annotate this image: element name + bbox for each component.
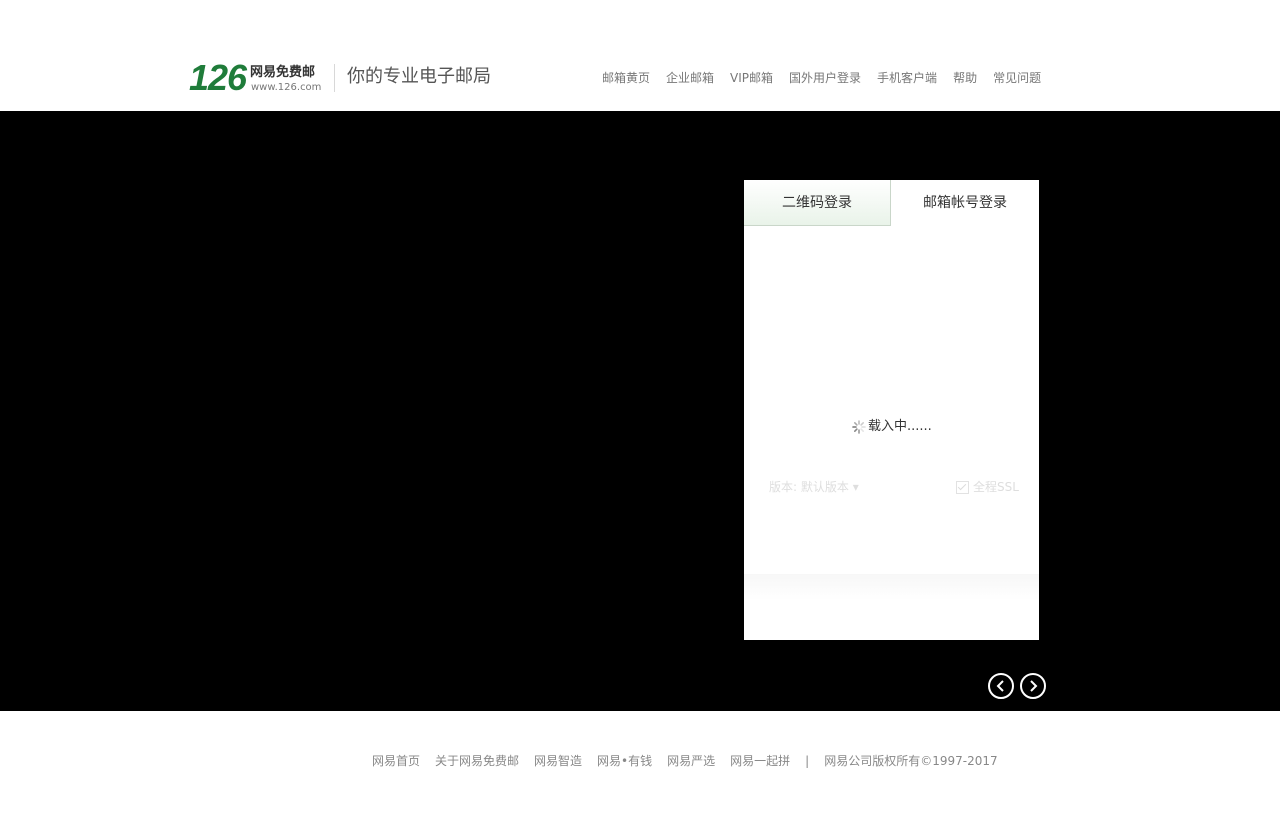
logo-url[interactable]: www.126.com: [251, 82, 321, 94]
tab-qr-login[interactable]: 二维码登录: [744, 180, 891, 226]
ssl-option[interactable]: 全程SSL: [956, 479, 1019, 495]
nav-link-mobile-client[interactable]: 手机客户端: [877, 70, 937, 86]
chevron-right-icon: [1030, 680, 1038, 692]
tab-account-login[interactable]: 邮箱帐号登录: [891, 180, 1039, 226]
copyright: 网易公司版权所有©1997-2017: [824, 754, 998, 768]
footer-link-about[interactable]: 关于网易免费邮: [435, 753, 519, 769]
nav-link-vip-mail[interactable]: VIP邮箱: [730, 70, 773, 86]
footer-separator: |: [805, 754, 810, 768]
loading-text: 载入中......: [868, 419, 932, 434]
login-panel: 二维码登录 邮箱帐号登录 载入中...... 版本: 默认版本 ▾ 全程SSL: [744, 180, 1039, 640]
login-tabs: 二维码登录 邮箱帐号登录: [744, 180, 1039, 226]
ssl-label: 全程SSL: [973, 480, 1019, 494]
header: 126 网易免费邮 www.126.com 你的专业电子邮局 邮箱黄页 企业邮箱…: [0, 0, 1280, 111]
spinner-icon: [852, 420, 866, 434]
loading-indicator: 载入中......: [852, 418, 932, 436]
footer-link-yiqipin[interactable]: 网易一起拼: [730, 753, 790, 769]
footer-link-zhizao[interactable]: 网易智造: [534, 753, 582, 769]
footer-link-yanxuan[interactable]: 网易严选: [667, 753, 715, 769]
nav-link-help[interactable]: 帮助: [953, 70, 977, 86]
carousel-next-button[interactable]: [1020, 673, 1046, 699]
slogan: 你的专业电子邮局: [347, 66, 491, 87]
nav-link-enterprise-mail[interactable]: 企业邮箱: [666, 70, 714, 86]
carousel-prev-button[interactable]: [988, 673, 1014, 699]
version-select[interactable]: 版本: 默认版本 ▾: [769, 479, 859, 495]
footer: 网易首页 关于网易免费邮 网易智造 网易•有钱 网易严选 网易一起拼 | 网易公…: [0, 711, 1280, 823]
caret-down-icon: ▾: [852, 480, 859, 494]
nav-link-overseas-login[interactable]: 国外用户登录: [789, 70, 861, 86]
footer-link-youqian[interactable]: 网易•有钱: [597, 753, 652, 769]
nav-link-faq[interactable]: 常见问题: [993, 70, 1041, 86]
chevron-left-icon: [996, 680, 1004, 692]
logo-number[interactable]: 126: [189, 58, 247, 98]
top-nav: 邮箱黄页 企业邮箱 VIP邮箱 国外用户登录 手机客户端 帮助 常见问题: [602, 70, 1041, 86]
footer-links: 网易首页 关于网易免费邮 网易智造 网易•有钱 网易严选 网易一起拼 | 网易公…: [372, 753, 998, 769]
footer-link-netease-home[interactable]: 网易首页: [372, 753, 420, 769]
logo-name[interactable]: 网易免费邮: [250, 66, 315, 80]
version-label: 版本: 默认版本: [769, 480, 849, 494]
login-panel-footer: [744, 574, 1039, 640]
nav-link-yellow-pages[interactable]: 邮箱黄页: [602, 70, 650, 86]
banner: 二维码登录 邮箱帐号登录 载入中...... 版本: 默认版本 ▾ 全程SSL: [0, 111, 1280, 711]
ssl-checkbox[interactable]: [956, 480, 969, 494]
logo-divider: [334, 64, 335, 92]
